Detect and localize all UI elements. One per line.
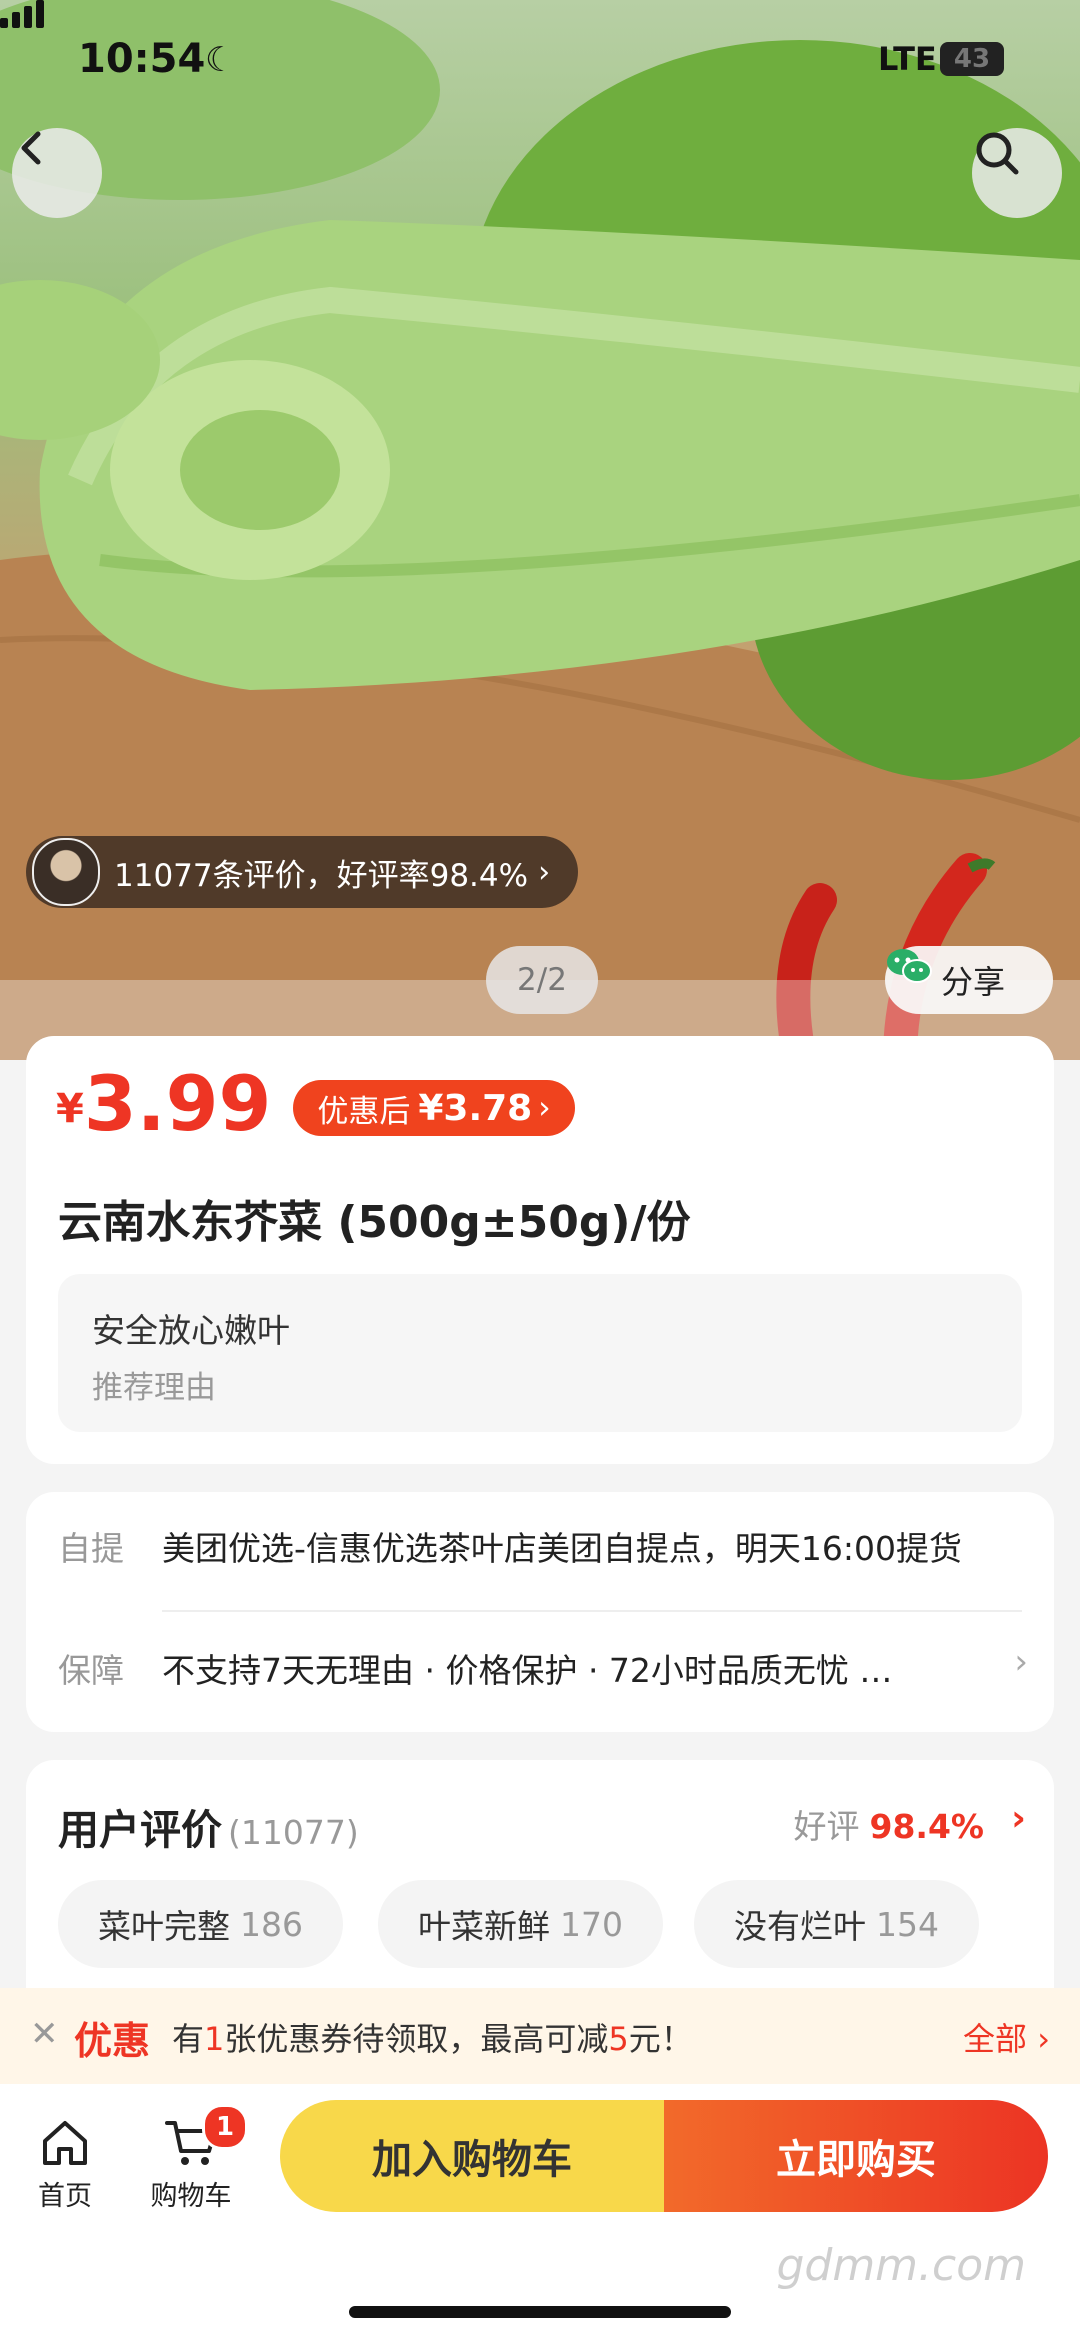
bottom-action-bar: 首页 1 购物车 加入购物车 立即购买 gdmm.com	[0, 2084, 1080, 2337]
pickup-text: 美团优选-信惠优选茶叶店美团自提点，明天16:00提货	[162, 1529, 963, 1568]
signal-icon	[0, 0, 44, 28]
review-tag-count: 154	[876, 1904, 939, 1944]
image-pager: 2/2	[486, 946, 598, 1014]
chevron-right-icon[interactable]: ›	[1011, 1798, 1026, 1839]
product-price: 3.99	[83, 1059, 272, 1148]
coupon-message: 有1张优惠券待领取，最高可减5元！	[172, 2020, 693, 2058]
reviews-count: (11077)	[228, 1813, 359, 1852]
service-info-card: 自提 美团优选-信惠优选茶叶店美团自提点，明天16:00提货 保障 不支持7天无…	[26, 1492, 1054, 1732]
reviews-card: 用户评价 (11077) 好评 98.4% › 菜叶完整 186 叶菜新鲜 170 没有…	[26, 1760, 1054, 2020]
price-row: ¥ 3.99 优惠后 ¥3.78 ›	[56, 1066, 575, 1142]
promo-price-button[interactable]: 优惠后 ¥3.78 ›	[293, 1080, 575, 1136]
coupon-all-link[interactable]: 全部 ›	[963, 2014, 1050, 2060]
chevron-right-icon: ›	[538, 1090, 551, 1126]
add-to-cart-button[interactable]: 加入购物车	[280, 2100, 664, 2212]
chevron-right-icon: ›	[538, 854, 551, 890]
chevron-left-icon	[21, 131, 41, 165]
promo-prefix: 优惠后	[317, 1093, 411, 1130]
reviews-title: 用户评价 (11077)	[58, 1796, 359, 1856]
reviews-title-text: 用户评价	[58, 1806, 222, 1854]
review-summary-text: 11077条评价，好评率98.4%	[114, 857, 529, 894]
review-summary-pill[interactable]: 11077条评价，好评率98.4% ›	[26, 836, 579, 908]
recommend-reason-box: 安全放心嫩叶 推荐理由	[58, 1274, 1022, 1432]
review-tag-label: 叶菜新鲜	[418, 1907, 550, 1946]
coupon-tag: 优惠	[74, 2019, 151, 2063]
close-icon[interactable]: ✕	[30, 2014, 59, 2054]
review-tag-label: 没有烂叶	[734, 1907, 866, 1946]
product-image[interactable]: 10:54 ☾ LTE 43 11077条评价，好评率98.4% › 2/2 分…	[0, 0, 1080, 1060]
nav-home-label: 首页	[38, 2181, 92, 2212]
wechat-icon	[887, 949, 932, 983]
coupon-banner[interactable]: ✕ 优惠 有1张优惠券待领取，最高可减5元！ 全部 ›	[0, 1988, 1080, 2084]
nav-home[interactable]: 首页	[10, 2112, 120, 2213]
good-rate-label: 好评	[793, 1807, 860, 1846]
reason-label: 推荐理由	[92, 1370, 216, 1406]
moon-icon: ☾	[205, 40, 236, 80]
search-button[interactable]	[972, 128, 1062, 218]
battery-icon: 43	[940, 42, 1004, 76]
status-time: 10:54	[78, 36, 206, 82]
share-label: 分享	[940, 963, 1005, 1001]
review-tag[interactable]: 没有烂叶 154	[694, 1880, 979, 1968]
product-title: 云南水东芥菜 (500g±50g)/份	[58, 1197, 691, 1248]
search-icon	[976, 132, 1019, 175]
network-type: LTE	[878, 40, 937, 78]
good-rate-value: 98.4%	[869, 1807, 985, 1846]
review-tag-label: 菜叶完整	[98, 1907, 230, 1946]
guarantee-text: 不支持7天无理由 · 价格保护 · 72小时品质无忧 …	[162, 1651, 893, 1690]
cart-badge: 1	[202, 2104, 248, 2150]
chevron-right-icon: ›	[1014, 1642, 1028, 1682]
home-indicator[interactable]	[349, 2306, 731, 2318]
guarantee-label: 保障	[58, 1651, 124, 1690]
avatar	[32, 838, 100, 906]
good-rate-link[interactable]: 好评 98.4%	[794, 1800, 985, 1848]
product-info-card: ¥ 3.99 优惠后 ¥3.78 › 云南水东芥菜 (500g±50g)/份 安…	[26, 1036, 1054, 1464]
status-bar: 10:54 ☾ LTE 43	[0, 0, 1080, 120]
review-tag-count: 186	[240, 1904, 303, 1944]
nav-cart[interactable]: 1 购物车	[136, 2104, 248, 2213]
review-tag[interactable]: 菜叶完整 186	[58, 1880, 343, 1968]
promo-price: ¥3.78	[418, 1087, 533, 1129]
divider	[162, 1610, 1022, 1612]
currency-symbol: ¥	[56, 1086, 84, 1132]
buy-now-button[interactable]: 立即购买	[664, 2100, 1048, 2212]
home-icon	[43, 2121, 87, 2165]
back-button[interactable]	[12, 128, 102, 218]
watermark: gdmm.com	[776, 2240, 1026, 2291]
reason-title: 安全放心嫩叶	[92, 1311, 290, 1350]
nav-cart-label: 购物车	[150, 2181, 232, 2212]
review-tag-count: 170	[560, 1904, 623, 1944]
share-button[interactable]: 分享	[885, 946, 1053, 1014]
pickup-label: 自提	[58, 1529, 124, 1568]
review-tag[interactable]: 叶菜新鲜 170	[378, 1880, 663, 1968]
